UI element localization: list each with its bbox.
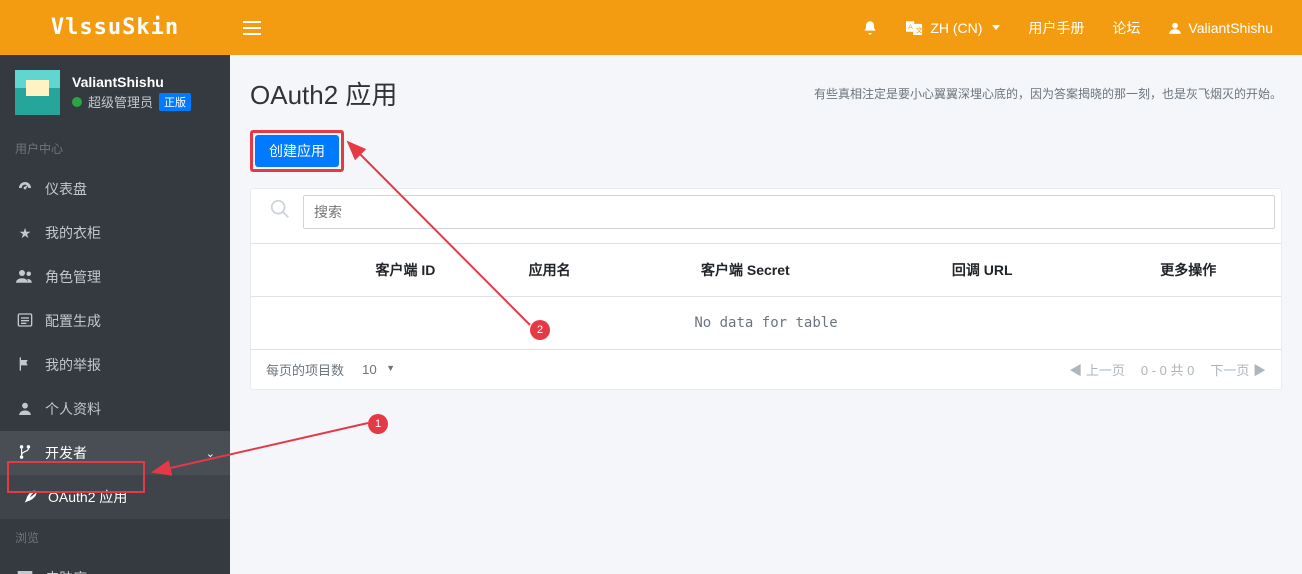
nav-header-user: 用户中心 xyxy=(0,130,230,167)
bell-icon xyxy=(862,20,878,36)
next-page-button[interactable]: 下一页 ▶ xyxy=(1210,360,1266,379)
svg-text:文: 文 xyxy=(916,25,923,34)
dashboard-icon xyxy=(15,180,35,199)
code-branch-icon xyxy=(15,444,35,463)
flag-icon xyxy=(15,356,35,375)
search-icon xyxy=(257,198,303,226)
sidebar-item-dashboard[interactable]: 仪表盘 xyxy=(0,167,230,211)
bars-icon xyxy=(243,21,261,35)
apps-table: 客户端 ID 应用名 客户端 Secret 回调 URL 更多操作 No dat… xyxy=(251,243,1281,350)
sidebar-user-name: ValiantShishu xyxy=(72,74,191,90)
archive-icon xyxy=(15,570,35,574)
sidebar-item-skinlib[interactable]: 皮肤库 xyxy=(0,556,230,574)
sidebar-item-wardrobe[interactable]: ★ 我的衣柜 xyxy=(0,211,230,255)
nav-toggle-button[interactable] xyxy=(230,0,274,55)
create-app-button[interactable]: 创建应用 xyxy=(255,135,339,167)
nav-header-browse: 浏览 xyxy=(0,519,230,556)
brand-logo[interactable]: VlssuSkin xyxy=(0,0,230,55)
sidebar-item-oauth[interactable]: OAuth2 应用 xyxy=(0,475,230,519)
users-icon xyxy=(15,269,35,286)
topbar-right: A文 ZH (CN) 用户手册 论坛 ValiantShishu xyxy=(848,0,1302,55)
search-input[interactable] xyxy=(303,195,1275,229)
per-page-select[interactable]: 10 xyxy=(356,360,399,379)
sidebar-item-report[interactable]: 我的举报 xyxy=(0,343,230,387)
genuine-badge: 正版 xyxy=(159,93,191,111)
svg-text:A: A xyxy=(909,23,914,30)
page-title: OAuth2 应用 xyxy=(250,75,397,112)
user-icon xyxy=(1168,21,1182,35)
col-app-name[interactable]: 应用名 xyxy=(478,244,622,297)
tagline: 有些真相注定是要小心翼翼深埋心底的，因为答案揭晓的那一刻，也是灰飞烟灭的开始。 xyxy=(814,85,1282,102)
content-header: OAuth2 应用 有些真相注定是要小心翼翼深埋心底的，因为答案揭晓的那一刻，也… xyxy=(250,75,1282,112)
search-row xyxy=(257,191,1275,233)
chevron-down-icon: ⌄ xyxy=(206,447,215,460)
language-label: ZH (CN) xyxy=(930,20,982,36)
star-icon: ★ xyxy=(15,225,35,242)
sidebar-item-roles[interactable]: 角色管理 xyxy=(0,255,230,299)
no-data-row: No data for table xyxy=(251,297,1281,350)
translate-icon: A文 xyxy=(906,21,924,35)
col-callback[interactable]: 回调 URL xyxy=(869,244,1096,297)
user-name-label: ValiantShishu xyxy=(1188,20,1273,36)
profile-icon xyxy=(15,400,35,419)
annotation-marker-1: 1 xyxy=(368,414,388,434)
caret-down-icon xyxy=(992,25,1000,30)
online-dot-icon xyxy=(72,97,82,107)
sidebar-item-profile[interactable]: 个人资料 xyxy=(0,387,230,431)
sidebar: ValiantShishu 超级管理员 正版 用户中心 仪表盘 ★ 我的衣柜 角 xyxy=(0,55,230,574)
prev-page-button[interactable]: ◀ 上一页 xyxy=(1069,360,1125,379)
col-actions[interactable]: 更多操作 xyxy=(1096,244,1281,297)
content: OAuth2 应用 有些真相注定是要小心翼翼深埋心底的，因为答案揭晓的那一刻，也… xyxy=(230,55,1302,574)
table-footer: 每页的项目数 10 ◀ 上一页 0 - 0 共 0 下一页 ▶ xyxy=(251,350,1281,389)
user-menu[interactable]: ValiantShishu xyxy=(1154,0,1287,55)
language-switcher[interactable]: A文 ZH (CN) xyxy=(892,0,1014,55)
feather-icon xyxy=(22,488,38,507)
col-client-id[interactable]: 客户端 ID xyxy=(333,244,477,297)
col-client-secret[interactable]: 客户端 Secret xyxy=(622,244,869,297)
sidebar-item-config[interactable]: 配置生成 xyxy=(0,299,230,343)
annotation-marker-2: 2 xyxy=(530,320,550,340)
table-card: 客户端 ID 应用名 客户端 Secret 回调 URL 更多操作 No dat… xyxy=(250,188,1282,390)
create-button-highlight: 创建应用 xyxy=(250,130,344,172)
topbar: VlssuSkin A文 ZH (CN) 用户手册 论坛 ValiantShis… xyxy=(0,0,1302,55)
notifications-button[interactable] xyxy=(848,0,892,55)
per-page-label: 每页的项目数 xyxy=(266,360,344,379)
sidebar-user-role: 超级管理员 正版 xyxy=(72,92,191,111)
pager: ◀ 上一页 0 - 0 共 0 下一页 ▶ xyxy=(1069,360,1266,379)
page-range: 0 - 0 共 0 xyxy=(1141,360,1194,379)
avatar[interactable] xyxy=(15,70,60,115)
list-icon xyxy=(15,312,35,331)
manual-link[interactable]: 用户手册 xyxy=(1014,0,1098,55)
forum-link[interactable]: 论坛 xyxy=(1098,0,1154,55)
user-panel: ValiantShishu 超级管理员 正版 xyxy=(0,55,230,130)
sidebar-item-developer[interactable]: 开发者 ⌄ xyxy=(0,431,230,475)
